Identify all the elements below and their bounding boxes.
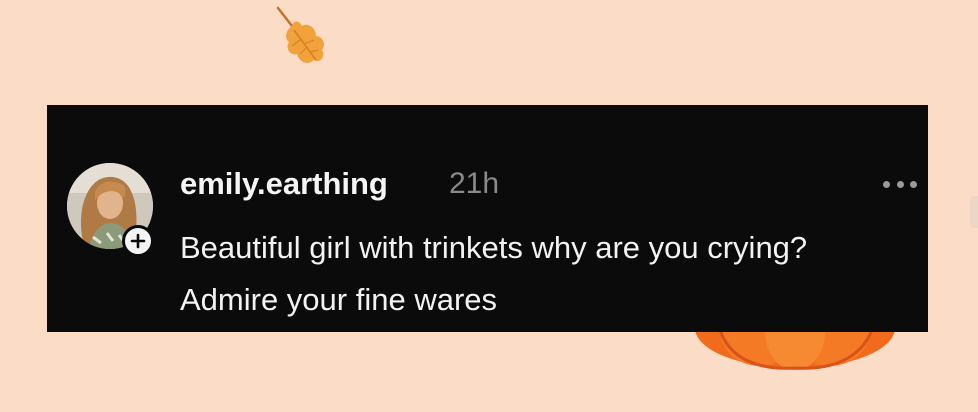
more-horizontal-icon [910,180,917,188]
post-text: Beautiful girl with trinkets why are you… [180,230,808,317]
username-link[interactable]: emily.earthing [180,164,388,204]
follow-button[interactable] [122,225,154,257]
more-horizontal-icon [883,180,890,188]
more-horizontal-icon [896,180,904,188]
more-options-button[interactable] [883,177,917,191]
post-timestamp: 21h [449,167,500,200]
edge-decoration [970,196,978,228]
avatar-container[interactable] [67,163,157,257]
autumn-leaf-icon [276,6,325,63]
post-card: emily.earthing 21h Beautiful girl with t… [47,105,928,332]
plus-icon [130,233,146,249]
